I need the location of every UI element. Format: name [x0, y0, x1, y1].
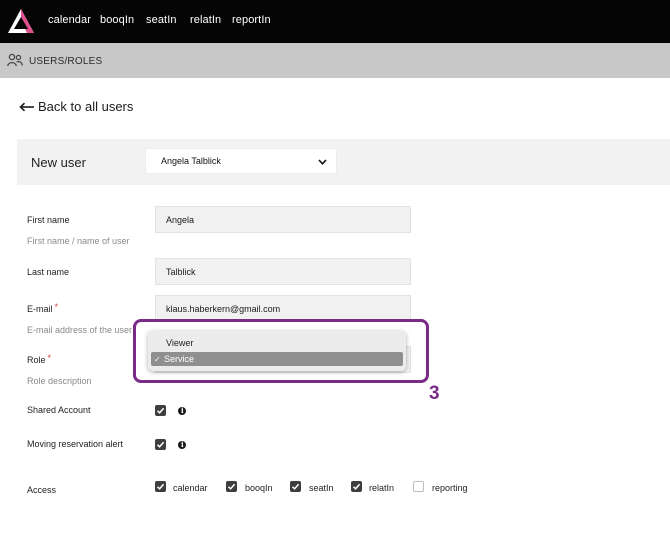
back-to-users-link[interactable]: Back to all users: [19, 99, 133, 114]
last-name-value: Talblick: [166, 266, 196, 277]
nav-item-booqin[interactable]: booqIn: [100, 14, 134, 26]
info-icon[interactable]: i: [178, 441, 186, 449]
access-seatin-label: seatIn: [309, 483, 334, 493]
shared-account-checkbox[interactable]: [155, 405, 166, 416]
email-value: klaus.haberkern@gmail.com: [166, 303, 281, 314]
first-name-value: Angela: [166, 214, 195, 225]
page-title: New user: [31, 155, 86, 170]
user-select-value: Angela Talblick: [161, 156, 221, 166]
nav-item-relatin[interactable]: relatIn: [190, 14, 221, 26]
checkmark-icon: [291, 483, 300, 490]
access-reporting-label: reporting: [432, 483, 468, 493]
access-booqin-label: booqIn: [245, 483, 273, 493]
role-help: Role description: [27, 376, 92, 386]
annotation-step-number: 3: [429, 383, 440, 404]
access-relatin-label: relatIn: [369, 483, 395, 493]
info-glyph: i: [181, 440, 184, 449]
required-mark: *: [54, 302, 59, 312]
users-icon: [7, 53, 23, 67]
nav-item-calendar[interactable]: calendar: [48, 14, 91, 26]
role-label: Role *: [27, 353, 52, 365]
first-name-label: First name: [27, 215, 70, 225]
email-label-text: E-mail: [27, 304, 53, 314]
arrow-left-icon: [19, 102, 34, 111]
access-calendar-label: calendar: [173, 483, 208, 493]
info-icon[interactable]: i: [178, 407, 186, 415]
moving-alert-checkbox[interactable]: [155, 439, 166, 450]
role-label-text: Role: [27, 355, 46, 365]
access-seatin-checkbox[interactable]: [290, 481, 301, 492]
required-mark: *: [47, 353, 52, 363]
nav-item-seatin[interactable]: seatIn: [146, 14, 177, 26]
last-name-label: Last name: [27, 267, 70, 277]
first-name-help: First name / name of user: [27, 236, 130, 246]
top-navigation: calendar booqIn seatIn relatIn reportIn: [0, 0, 670, 43]
checkmark-icon: [156, 483, 165, 490]
annotation-highlight: [133, 319, 429, 383]
checkmark-icon: [352, 483, 361, 490]
section-bar: USERS/ROLES: [0, 43, 670, 78]
first-name-input[interactable]: Angela: [155, 206, 411, 233]
checkmark-icon: [156, 407, 165, 414]
access-calendar-checkbox[interactable]: [155, 481, 166, 492]
email-label: E-mail *: [27, 302, 59, 314]
chevron-down-icon: [318, 159, 327, 165]
email-help: E-mail address of the user: [27, 325, 133, 335]
user-select-dropdown[interactable]: Angela Talblick: [145, 148, 337, 174]
last-name-input[interactable]: Talblick: [155, 258, 411, 285]
checkmark-icon: [156, 441, 165, 448]
app-logo-icon[interactable]: [7, 7, 35, 35]
shared-account-label: Shared Account: [27, 405, 91, 415]
info-glyph: i: [181, 406, 184, 415]
access-reporting-checkbox[interactable]: [413, 481, 424, 492]
section-title: USERS/ROLES: [29, 56, 103, 67]
checkmark-icon: [227, 483, 236, 490]
access-label: Access: [27, 485, 57, 495]
access-relatin-checkbox[interactable]: [351, 481, 362, 492]
moving-alert-label: Moving reservation alert: [27, 439, 124, 449]
back-link-label: Back to all users: [38, 99, 134, 114]
access-booqin-checkbox[interactable]: [226, 481, 237, 492]
user-header-panel: New user Angela Talblick: [17, 139, 670, 185]
email-input[interactable]: klaus.haberkern@gmail.com: [155, 295, 411, 322]
nav-item-reportin[interactable]: reportIn: [232, 14, 271, 26]
